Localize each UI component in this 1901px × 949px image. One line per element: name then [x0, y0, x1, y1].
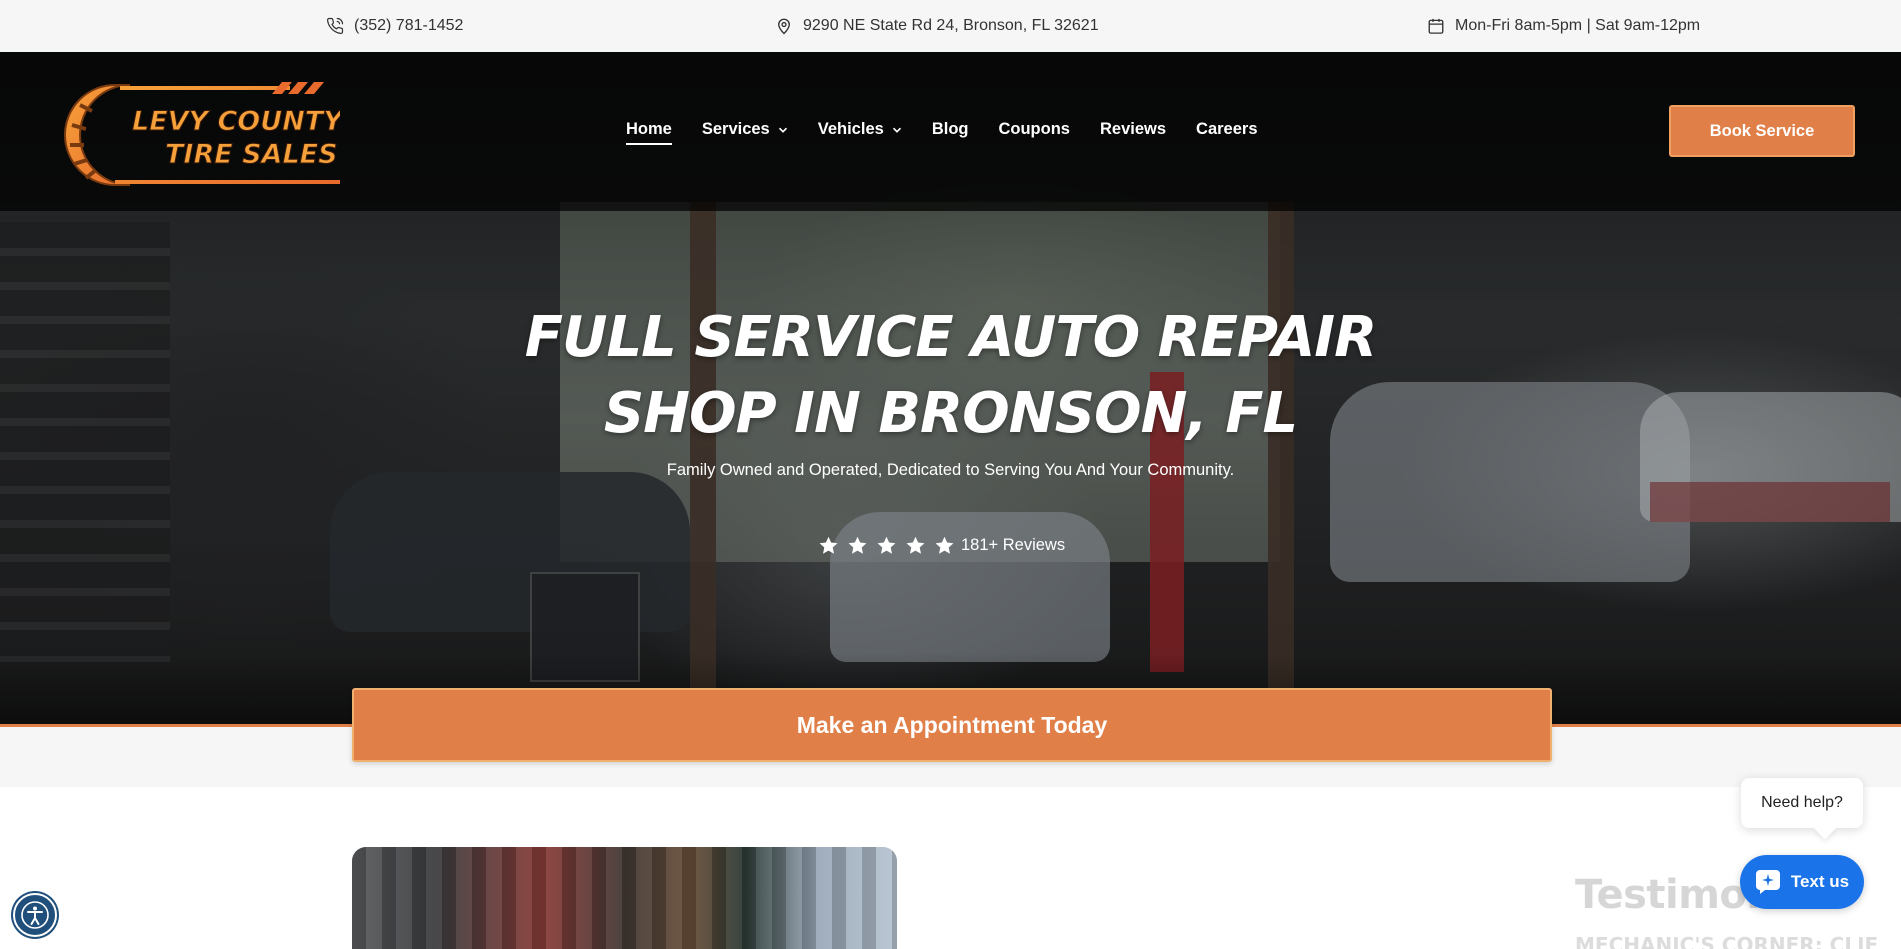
logo-text-line2: TIRE SALES	[165, 139, 338, 170]
hero-title: FULL SERVICE AUTO REPAIR SHOP IN BRONSON…	[0, 300, 1901, 452]
hero-title-line1: FULL SERVICE AUTO REPAIR	[524, 305, 1378, 370]
review-rating[interactable]: 181+ Reviews	[818, 532, 1065, 558]
nav-item-label[interactable]: Blog	[932, 120, 969, 139]
star-rating	[818, 535, 955, 556]
hero-bg-lift	[1650, 482, 1890, 522]
topbar-address[interactable]: 9290 NE State Rd 24, Bronson, FL 32621	[775, 0, 1099, 52]
book-service-button[interactable]: Book Service	[1669, 105, 1855, 157]
address-text[interactable]: 9290 NE State Rd 24, Bronson, FL 32621	[803, 17, 1099, 35]
nav-item-label[interactable]: Coupons	[998, 120, 1070, 139]
nav-item-label[interactable]: Vehicles	[818, 120, 884, 139]
chevron-down-icon[interactable]	[892, 125, 902, 135]
calendar-icon	[1428, 18, 1444, 34]
accessibility-button[interactable]	[13, 893, 57, 937]
nav-item-label[interactable]: Services	[702, 120, 770, 139]
hero-title-line2: SHOP IN BRONSON, FL	[603, 381, 1298, 446]
nav-item-services[interactable]: Services	[702, 120, 788, 139]
topbar-hours: Mon-Fri 8am-5pm | Sat 9am-12pm	[1427, 0, 1700, 52]
hero-subtitle: Family Owned and Operated, Dedicated to …	[666, 461, 1235, 479]
site-header: LEVY COUNTY TIRE SALES Home Services Veh…	[0, 52, 1901, 211]
nav-item-blog[interactable]: Blog	[932, 120, 969, 139]
nav-item-careers[interactable]: Careers	[1196, 120, 1257, 139]
nav-item-label[interactable]: Careers	[1196, 120, 1257, 139]
logo-text-line1: LEVY COUNTY	[132, 106, 340, 137]
phone-icon	[326, 17, 344, 35]
review-count[interactable]: 181+ Reviews	[961, 536, 1065, 555]
topbar-phone[interactable]: (352) 781-1452	[326, 0, 463, 52]
nav-item-home[interactable]: Home	[626, 120, 672, 145]
chat-bubble-icon	[1755, 870, 1780, 894]
nav-item-reviews[interactable]: Reviews	[1100, 120, 1166, 139]
chat-prompt-text[interactable]: Need help?	[1761, 794, 1843, 812]
text-us-label[interactable]: Text us	[1791, 872, 1849, 892]
star-icon	[935, 536, 954, 554]
chevron-down-icon[interactable]	[778, 125, 788, 135]
accessibility-icon	[21, 901, 49, 929]
star-icon	[906, 536, 925, 554]
text-us-button[interactable]: Text us	[1740, 855, 1864, 909]
location-pin-icon	[778, 18, 790, 35]
nav-item-coupons[interactable]: Coupons	[998, 120, 1070, 139]
top-info-bar: (352) 781-1452 9290 NE State Rd 24, Bron…	[0, 0, 1901, 52]
shop-photo-texture	[352, 847, 897, 949]
hero-bg-machine	[530, 572, 640, 682]
shop-photo	[352, 847, 897, 949]
nav-item-vehicles[interactable]: Vehicles	[818, 120, 902, 139]
make-appointment-button[interactable]: Make an Appointment Today	[352, 688, 1552, 762]
nav-item-label[interactable]: Home	[626, 120, 672, 139]
nav-item-label[interactable]: Reviews	[1100, 120, 1166, 139]
star-icon	[877, 536, 896, 554]
hours-text: Mon-Fri 8am-5pm | Sat 9am-12pm	[1455, 17, 1701, 34]
hero-bg-car	[330, 472, 690, 632]
main-nav: Home Services Vehicles Blog Coupons Revi…	[626, 52, 1258, 207]
brand-logo[interactable]: LEVY COUNTY TIRE SALES	[60, 80, 340, 190]
chat-prompt-bubble[interactable]: Need help?	[1741, 778, 1863, 828]
mechanics-corner-heading: MECHANIC'S CORNER: CLIE	[1575, 933, 1879, 949]
star-icon	[848, 536, 867, 554]
phone-number[interactable]: (352) 781-1452	[354, 17, 463, 35]
star-icon	[819, 536, 838, 554]
